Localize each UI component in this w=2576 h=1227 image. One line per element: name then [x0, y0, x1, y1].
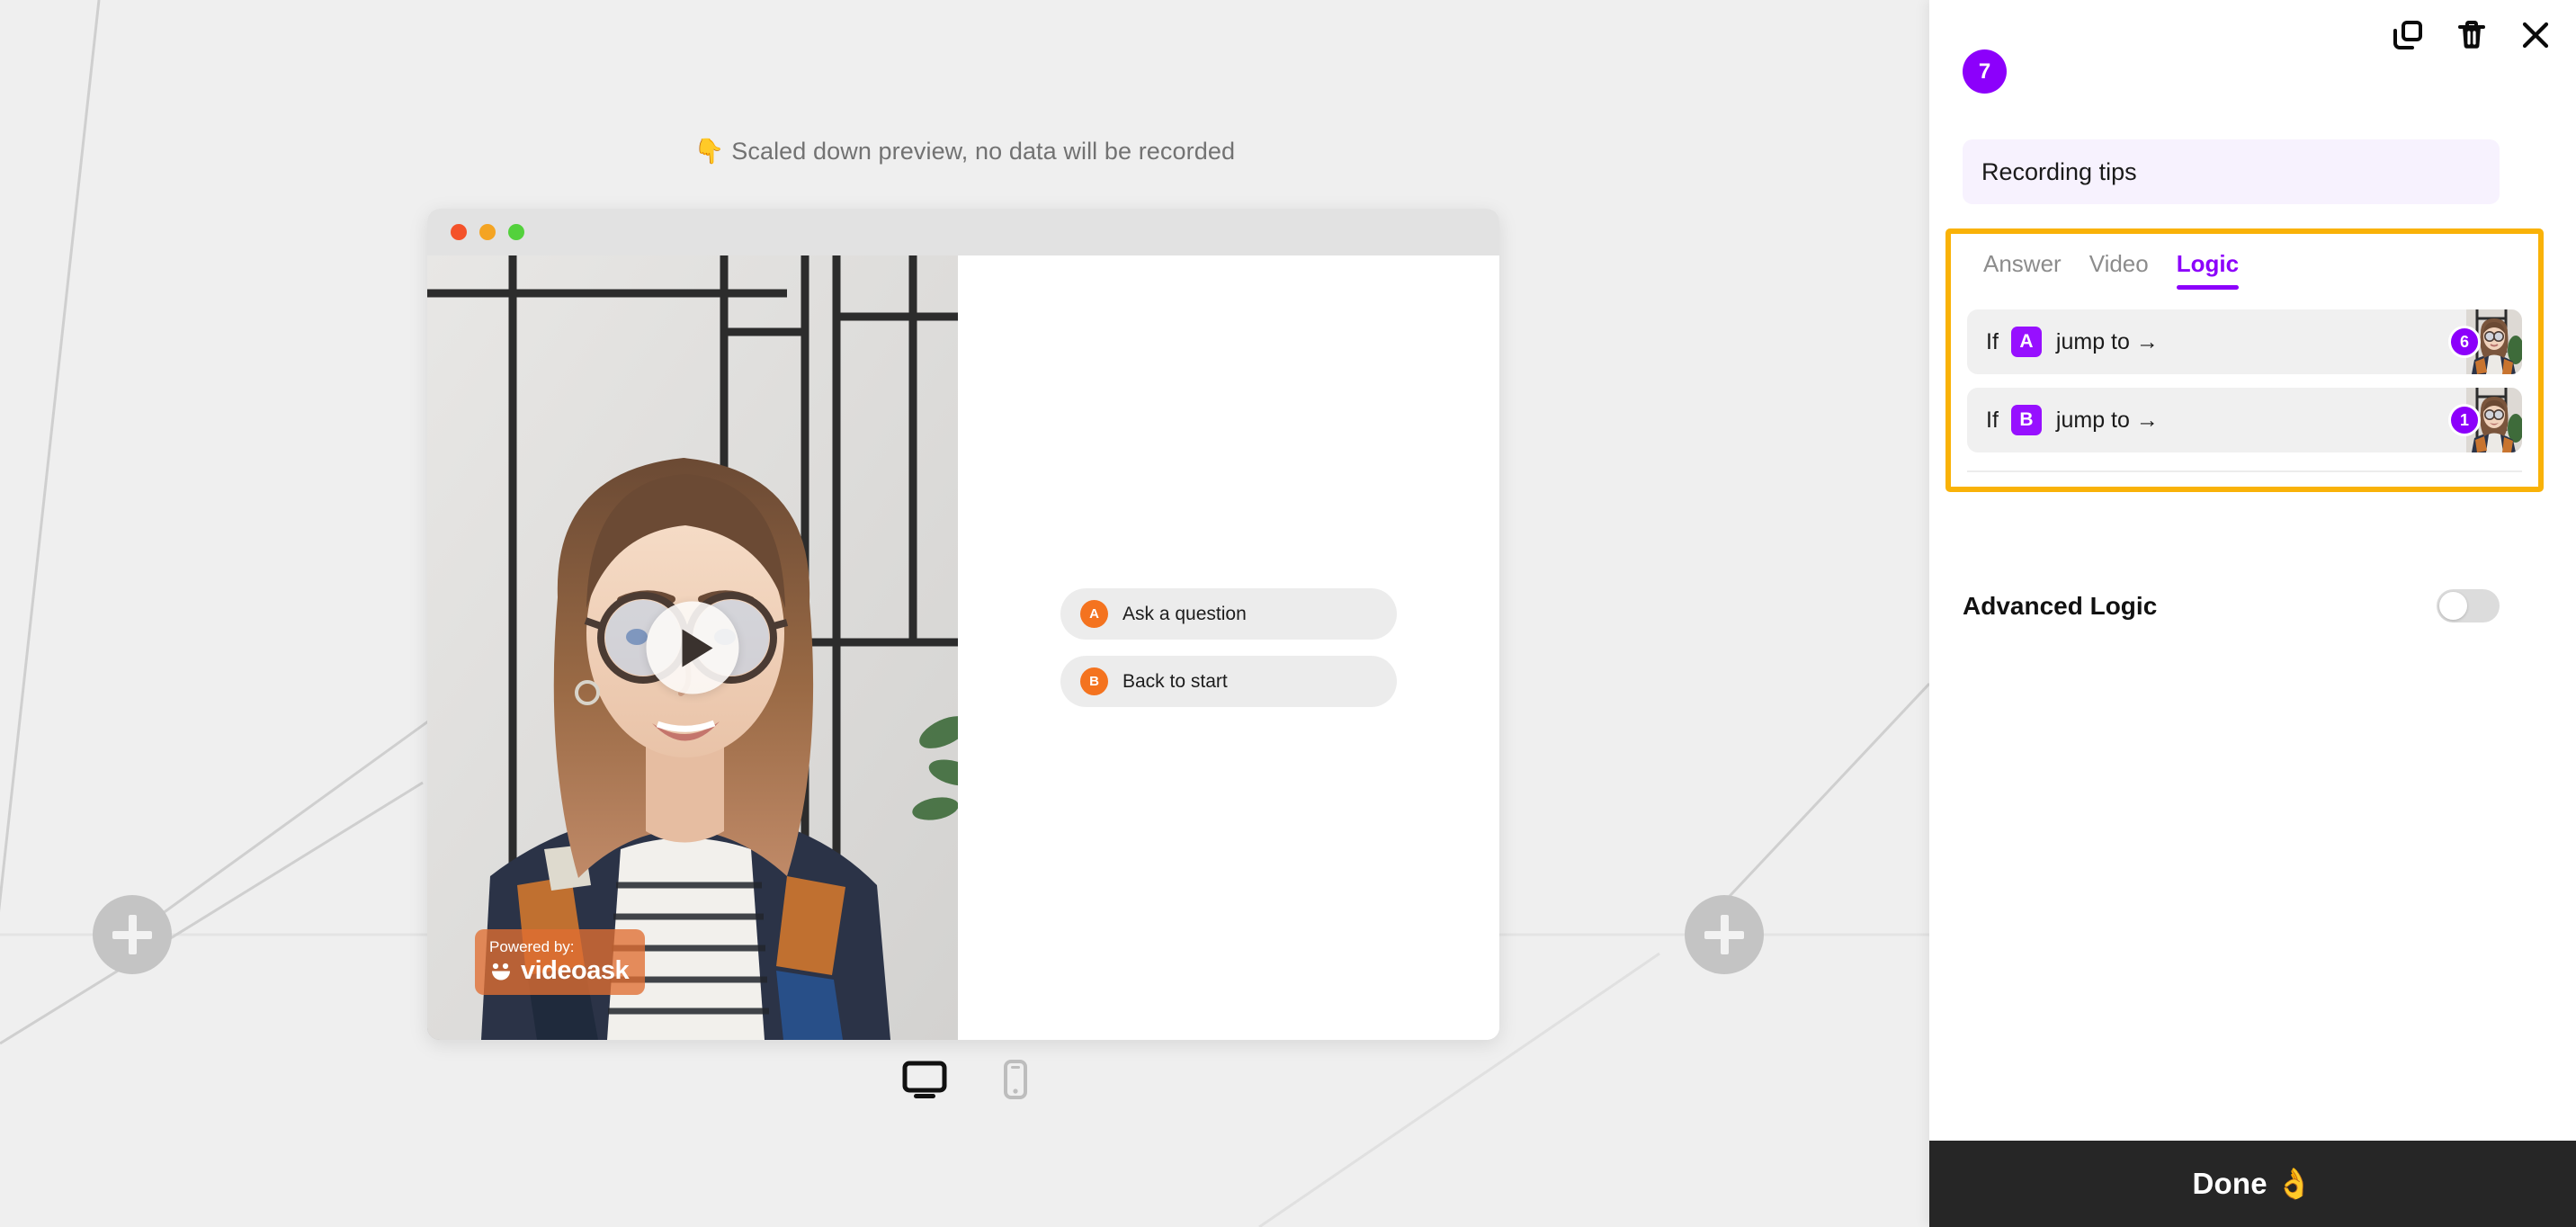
- answer-option-a[interactable]: A Ask a question: [1060, 588, 1397, 640]
- duplicate-button[interactable]: [2393, 20, 2423, 50]
- device-mobile-button[interactable]: [1003, 1060, 1028, 1099]
- logic-action-a: jump to →: [2055, 328, 2159, 354]
- logic-if-label-a: If: [1986, 328, 1999, 354]
- answer-options-pane: A Ask a question B Back to start: [958, 255, 1499, 1040]
- logic-if-label-b: If: [1986, 407, 1999, 433]
- watermark-powered-by: Powered by:: [489, 937, 575, 955]
- step-settings-panel: 7 Answer Video Logic If A jump to → 6: [1929, 0, 2576, 1227]
- window-minimize-dot[interactable]: [479, 224, 496, 240]
- advanced-logic-row: Advanced Logic: [1963, 589, 2500, 622]
- preview-notice: 👇 Scaled down preview, no data will be r…: [693, 138, 1236, 165]
- duplicate-icon: [2393, 21, 2422, 49]
- mobile-icon: [1003, 1060, 1027, 1099]
- logic-rule-row[interactable]: If B jump to → 1: [1967, 388, 2522, 452]
- logic-rule-row[interactable]: If A jump to → 6: [1967, 309, 2522, 374]
- logic-action-b: jump to →: [2055, 407, 2159, 433]
- videoask-editor: 👇 Scaled down preview, no data will be r…: [0, 0, 2576, 1227]
- watermark-brand: videoask: [489, 956, 630, 985]
- advanced-logic-label: Advanced Logic: [1963, 591, 2158, 620]
- tab-video[interactable]: Video: [2089, 250, 2149, 290]
- logic-divider: [1967, 470, 2522, 472]
- trash-icon: [2458, 21, 2485, 49]
- desktop-icon: [902, 1061, 946, 1098]
- videoask-watermark[interactable]: Powered by: videoask: [475, 928, 646, 995]
- logic-choice-letter-a: A: [2010, 327, 2042, 357]
- tab-answer[interactable]: Answer: [1983, 250, 2062, 290]
- window-close-dot[interactable]: [451, 224, 467, 240]
- preview-window: Powered by: videoask A Ask a question B …: [427, 209, 1499, 1040]
- panel-tabs: Answer Video Logic: [1967, 250, 2522, 290]
- flow-canvas[interactable]: 👇 Scaled down preview, no data will be r…: [0, 0, 1929, 1227]
- toggle-knob: [2439, 592, 2467, 620]
- done-button[interactable]: Done 👌: [1929, 1141, 2576, 1227]
- logic-target-number-b: 1: [2448, 404, 2481, 436]
- device-desktop-button[interactable]: [902, 1060, 947, 1099]
- add-step-button-left[interactable]: [93, 895, 172, 974]
- logic-choice-letter-b: B: [2010, 405, 2042, 435]
- tab-logic[interactable]: Logic: [2176, 250, 2240, 290]
- logic-rule-list: If A jump to → 6 If B jump to → 1: [1967, 309, 2522, 452]
- answer-option-b[interactable]: B Back to start: [1060, 656, 1397, 707]
- answer-label-b: Back to start: [1123, 670, 1228, 692]
- done-button-label: Done 👌: [2192, 1166, 2313, 1200]
- device-preview-switcher: [0, 1060, 1929, 1099]
- logic-target-number-a: 6: [2448, 326, 2481, 358]
- answer-label-a: Ask a question: [1123, 603, 1247, 624]
- browser-title-bar: [427, 209, 1499, 255]
- answer-letter-a: A: [1080, 600, 1108, 628]
- smiley-icon: [492, 963, 510, 980]
- preview-body: Powered by: videoask A Ask a question B …: [427, 255, 1499, 1040]
- close-icon: [2522, 22, 2549, 49]
- delete-button[interactable]: [2457, 20, 2486, 50]
- step-number-badge: 7: [1963, 49, 2007, 94]
- logic-section: Answer Video Logic If A jump to → 6 If B…: [1945, 228, 2544, 492]
- panel-actions: [2393, 20, 2551, 50]
- advanced-logic-toggle[interactable]: [2437, 589, 2500, 622]
- close-button[interactable]: [2520, 20, 2551, 50]
- step-title-input[interactable]: [1963, 139, 2500, 204]
- video-preview[interactable]: Powered by: videoask: [427, 255, 958, 1040]
- play-button[interactable]: [646, 601, 739, 694]
- play-icon: [682, 629, 712, 667]
- add-step-button-right[interactable]: [1685, 895, 1764, 974]
- watermark-brand-label: videoask: [521, 956, 630, 985]
- answer-letter-b: B: [1080, 667, 1108, 695]
- window-maximize-dot[interactable]: [508, 224, 524, 240]
